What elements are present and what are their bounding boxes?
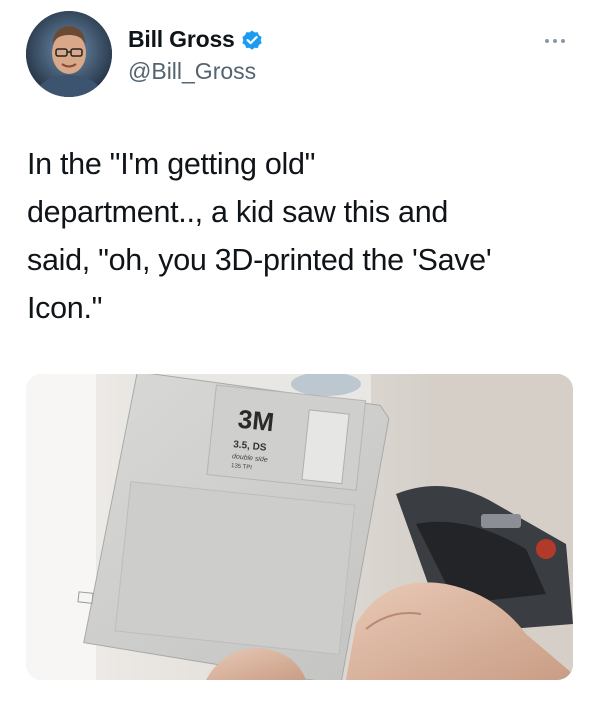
author-handle[interactable]: @Bill_Gross xyxy=(128,58,256,85)
avatar-photo-icon xyxy=(26,11,112,97)
avatar[interactable] xyxy=(26,11,112,97)
tweet-media-photo[interactable]: 3M 3.5, DS double side 135 TPI xyxy=(26,374,573,680)
tweet: Bill Gross @Bill_Gross In the "I'm getti… xyxy=(0,0,599,708)
disk-brand-label: 3M xyxy=(236,404,275,438)
tweet-text: In the "I'm getting old" department.., a… xyxy=(27,147,492,325)
verified-badge-icon xyxy=(240,28,264,52)
author-display-name[interactable]: Bill Gross xyxy=(128,26,235,53)
author-name-row[interactable]: Bill Gross xyxy=(128,26,264,53)
floppy-disk-photo-icon: 3M 3.5, DS double side 135 TPI xyxy=(26,374,573,680)
more-horizontal-icon[interactable] xyxy=(545,30,573,43)
